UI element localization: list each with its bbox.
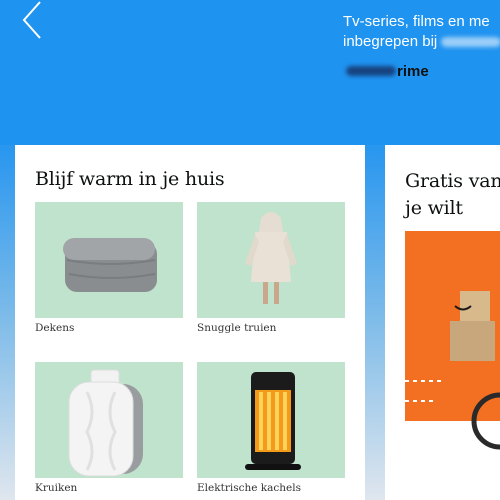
header-banner: Tv-series, films en me inbegrepen bij ri…	[0, 0, 500, 145]
category-tile-dekens[interactable]: Dekens	[35, 202, 183, 334]
promo-line-2-text: inbegrepen bij	[343, 33, 438, 50]
promo-line-2: inbegrepen bij	[343, 32, 500, 52]
card-title: Blijf warm in je huis	[35, 168, 225, 190]
category-card-warm-home: Blijf warm in je huis Dekens Snuggle tru…	[15, 145, 365, 500]
tile-label: Kruiken	[35, 482, 78, 494]
hot-water-bottle-image	[35, 362, 183, 478]
promo-card-right[interactable]: Gratis van je wilt	[385, 145, 500, 500]
prime-logo-text: rime	[397, 62, 429, 80]
card-title-line-1: Gratis van	[405, 170, 500, 192]
blanket-image	[35, 202, 183, 318]
snuggle-hoodie-image	[197, 202, 345, 318]
blurred-brand-text	[441, 37, 500, 48]
promo-line-1: Tv-series, films en me	[343, 13, 490, 30]
prime-video-promo[interactable]: Tv-series, films en me inbegrepen bij	[343, 12, 500, 52]
category-tile-elektrische-kachels[interactable]: Elektrische kachels	[197, 362, 345, 494]
blurred-brand-logo	[346, 66, 396, 76]
chevron-left-icon	[22, 1, 41, 39]
tile-label: Dekens	[35, 322, 75, 334]
tile-label: Elektrische kachels	[197, 482, 302, 494]
back-button[interactable]	[14, 0, 54, 40]
prime-logo: rime	[346, 60, 429, 82]
card-title: Gratis van je wilt	[405, 168, 500, 222]
electric-heater-image	[197, 362, 345, 478]
category-tile-snuggle-truien[interactable]: Snuggle truien	[197, 202, 345, 334]
card-title-line-2: je wilt	[405, 197, 463, 219]
delivery-promo-image	[405, 231, 500, 471]
tile-label: Snuggle truien	[197, 322, 277, 334]
category-tile-kruiken[interactable]: Kruiken	[35, 362, 183, 494]
